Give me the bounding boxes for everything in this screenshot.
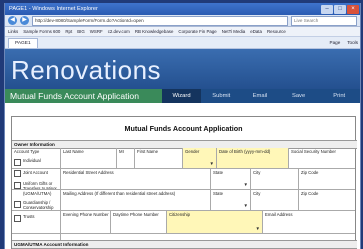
brand-title: Renovations bbox=[11, 55, 162, 85]
application-form: Mutual Funds Account Application Owner I… bbox=[11, 116, 357, 249]
form-row-residential: Residential Street Address State ▼ City Z… bbox=[12, 169, 355, 190]
gender-select[interactable]: Gender ▼ bbox=[182, 148, 216, 168]
maximize-icon[interactable]: □ bbox=[334, 4, 346, 14]
chevron-down-icon: ▼ bbox=[209, 161, 214, 166]
link-item[interactable]: eData bbox=[250, 29, 262, 34]
link-item[interactable]: Corporate Fin Page bbox=[178, 29, 216, 34]
app-nav-bar: Mutual Funds Account Application Wizard … bbox=[5, 89, 360, 113]
print-button[interactable]: Print bbox=[318, 93, 360, 99]
mailing-address-field[interactable]: Mailing Address (If different than resid… bbox=[60, 190, 210, 210]
form-row-name: Last Name MI First Name Gender ▼ Date of … bbox=[12, 148, 355, 169]
url-input[interactable]: http://dev-8080/SampleForm/Form.do?Actio… bbox=[32, 15, 288, 26]
forward-icon[interactable]: ▶ bbox=[20, 16, 29, 25]
date-of-birth-field[interactable]: Date of Birth (yyyy-mm-dd) bbox=[216, 148, 288, 168]
tools-menu[interactable]: Tools bbox=[345, 40, 360, 45]
app-title: Mutual Funds Account Application bbox=[5, 89, 162, 103]
wizard-view-button[interactable]: Wizard View bbox=[161, 89, 202, 113]
browser-window: PAGE1 - Windows Internet Explorer – □ × … bbox=[4, 3, 361, 249]
daytime-phone-field[interactable]: Daytime Phone Number bbox=[110, 211, 166, 233]
minimize-icon[interactable]: – bbox=[321, 4, 333, 14]
title-bar: PAGE1 - Windows Internet Explorer – □ × bbox=[5, 3, 360, 15]
link-item[interactable]: RB Knowledgebase bbox=[135, 29, 174, 34]
state-select[interactable]: State ▼ bbox=[210, 190, 250, 210]
close-icon[interactable]: × bbox=[347, 4, 359, 14]
email-address-field[interactable]: Email Address bbox=[262, 211, 355, 233]
last-name-field[interactable]: Last Name bbox=[60, 148, 116, 168]
chevron-down-icon: ▼ bbox=[255, 226, 260, 231]
mi-field[interactable]: MI bbox=[116, 148, 134, 168]
link-item[interactable]: NetTi Media bbox=[222, 29, 246, 34]
page-menu[interactable]: Page bbox=[328, 40, 343, 45]
tab-strip: PAGE1 Page Tools bbox=[5, 37, 360, 49]
state-select[interactable]: State ▼ bbox=[210, 169, 250, 189]
link-item[interactable]: c2.dev.com bbox=[108, 29, 130, 34]
form-row-contact: Evening Phone Number Daytime Phone Numbe… bbox=[12, 211, 355, 234]
first-name-field[interactable]: First Name bbox=[134, 148, 182, 168]
window-title: PAGE1 - Windows Internet Explorer bbox=[9, 6, 98, 12]
link-item[interactable]: BIG bbox=[77, 29, 85, 34]
ssn-field[interactable]: Social Security Number bbox=[288, 148, 355, 168]
back-icon[interactable]: ◀ bbox=[8, 16, 17, 25]
link-item[interactable]: Resource bbox=[267, 29, 286, 34]
form-title: Mutual Funds Account Application bbox=[124, 124, 243, 133]
link-item[interactable]: Links bbox=[8, 29, 18, 34]
tab-page1[interactable]: PAGE1 bbox=[8, 37, 38, 48]
evening-phone-field[interactable]: Evening Phone Number bbox=[60, 211, 110, 233]
section-ugma-utma: UGMA/UTMA Account Information bbox=[12, 240, 357, 249]
link-item[interactable]: Sample Forms 600 bbox=[23, 29, 60, 34]
chevron-down-icon: ▼ bbox=[243, 203, 248, 208]
zip-code-field[interactable]: Zip Code bbox=[298, 169, 355, 189]
link-item[interactable]: WSRF bbox=[90, 29, 103, 34]
city-field[interactable]: City bbox=[250, 169, 298, 189]
chevron-down-icon: ▼ bbox=[243, 182, 248, 187]
site-banner: Renovations bbox=[5, 49, 360, 89]
residential-address-field[interactable]: Residential Street Address bbox=[60, 169, 210, 189]
submit-button[interactable]: Submit bbox=[201, 93, 241, 99]
save-button[interactable]: Save bbox=[279, 93, 319, 99]
address-bar: ◀ ▶ http://dev-8080/SampleForm/Form.do?A… bbox=[5, 15, 360, 27]
zip-code-field[interactable]: Zip Code bbox=[298, 190, 355, 210]
form-area: Mutual Funds Account Application Owner I… bbox=[5, 113, 360, 249]
city-field[interactable]: City bbox=[250, 190, 298, 210]
search-input[interactable]: Live Search bbox=[291, 15, 357, 26]
citizenship-select[interactable]: Citizenship ▼ bbox=[166, 211, 262, 233]
form-row-mailing: Mailing Address (If different than resid… bbox=[12, 190, 355, 211]
link-item[interactable]: Rpt bbox=[65, 29, 72, 34]
links-bar: Links Sample Forms 600 Rpt BIG WSRF c2.d… bbox=[5, 27, 360, 37]
email-button[interactable]: Email bbox=[241, 93, 279, 99]
